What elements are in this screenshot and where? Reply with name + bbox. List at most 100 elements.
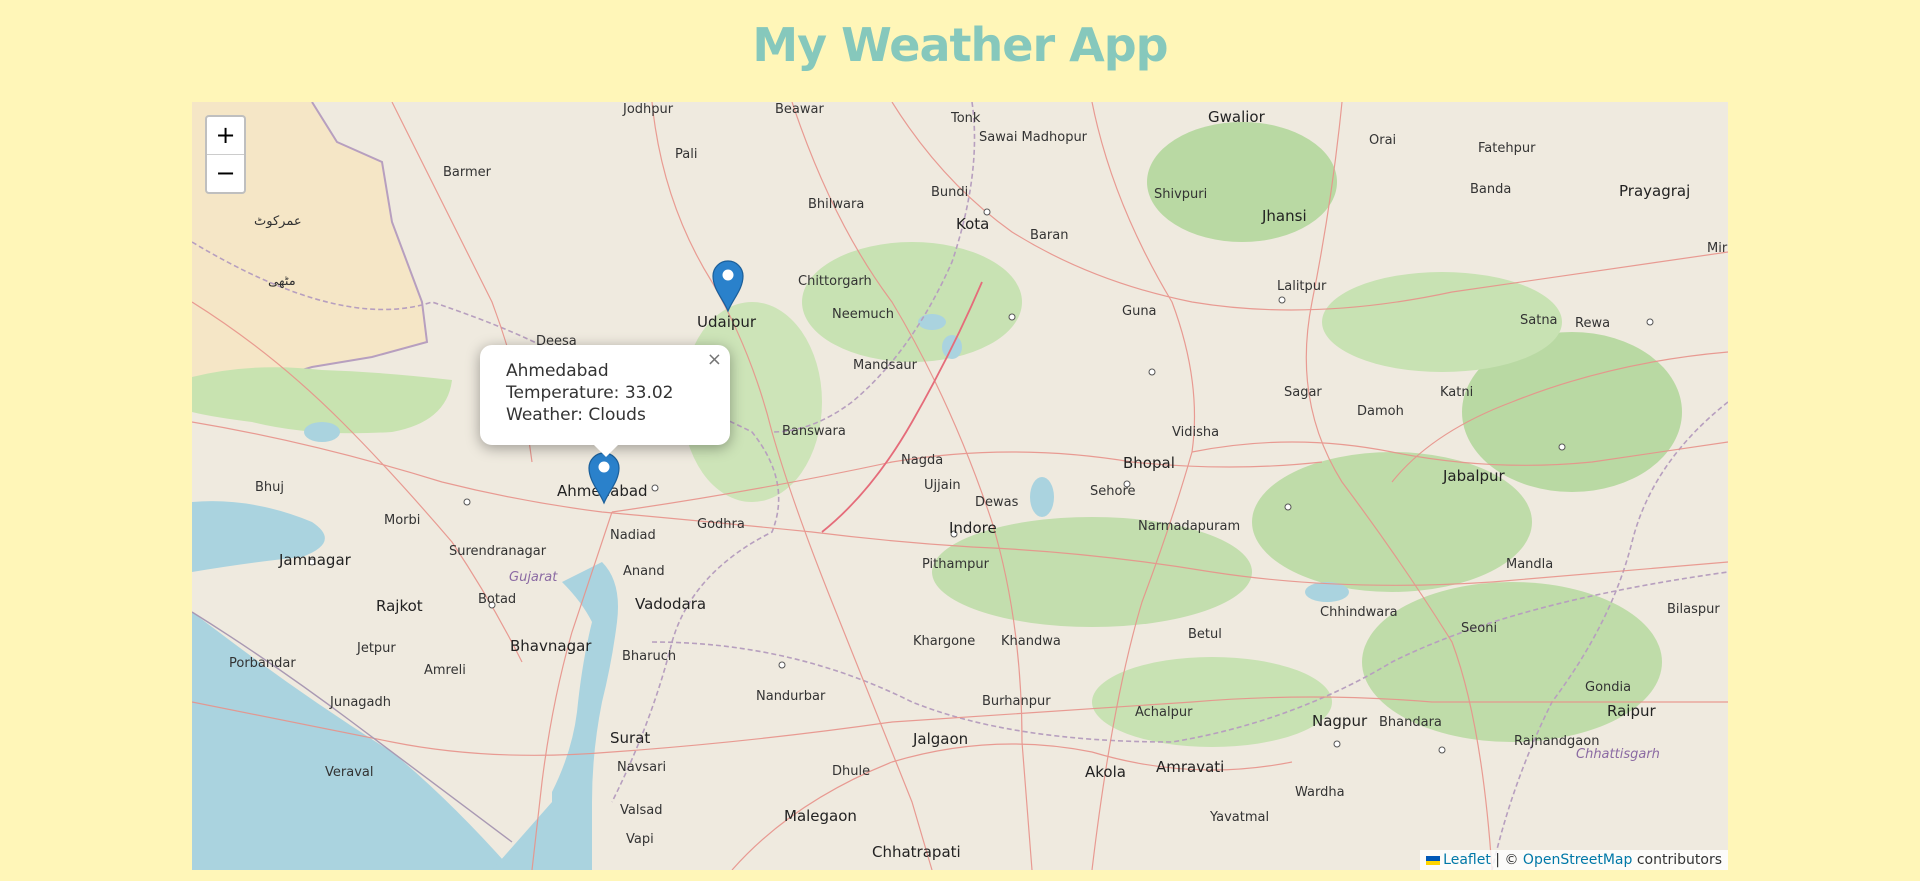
- popup-city: Ahmedabad: [506, 361, 609, 381]
- map-label-betul: Betul: [1188, 627, 1222, 642]
- map-label-banda: Banda: [1470, 182, 1511, 197]
- map-label-barmer: Barmer: [443, 165, 492, 180]
- map-label-surat: Surat: [610, 729, 650, 747]
- map-attribution: Leaflet | © OpenStreetMap contributors: [1420, 850, 1728, 870]
- map-label-achalpur: Achalpur: [1135, 705, 1193, 720]
- map-label-valsad: Valsad: [620, 803, 662, 818]
- map-marker-udaipur[interactable]: [711, 259, 745, 313]
- map-label-gujarat: Gujarat: [509, 570, 558, 585]
- map-label-jamnagar: Jamnagar: [278, 551, 352, 569]
- map-label-junagadh: Junagadh: [329, 695, 391, 710]
- map-label-udaipur: Udaipur: [697, 313, 757, 331]
- map-label-vidisha: Vidisha: [1172, 425, 1219, 440]
- attribution-contributors: contributors: [1636, 852, 1722, 868]
- zoom-in-button[interactable]: +: [207, 117, 244, 154]
- map-label-jalgaon: Jalgaon: [912, 730, 968, 748]
- map-label-kota: Kota: [956, 215, 989, 233]
- map-label-morbi: Morbi: [384, 513, 420, 528]
- map-label-chittorgarh: Chittorgarh: [798, 274, 872, 289]
- map-label-nagpur: Nagpur: [1312, 712, 1368, 730]
- map-marker-ahmedabad[interactable]: [587, 451, 621, 505]
- map-label-gondia: Gondia: [1585, 680, 1631, 695]
- map-label-mir: Mir: [1707, 241, 1728, 256]
- app-title: My Weather App: [752, 18, 1168, 72]
- map-label-malegaon: Malegaon: [784, 807, 857, 825]
- map-label-vadodara: Vadodara: [635, 595, 706, 613]
- map-label-nadiad: Nadiad: [610, 528, 656, 543]
- map-label-bhuj: Bhuj: [255, 480, 284, 495]
- map-label-jhansi: Jhansi: [1261, 207, 1307, 225]
- weather-popup: × Ahmedabad Temperature: 33.02 Weather: …: [480, 345, 730, 457]
- map-label-rajkot: Rajkot: [376, 597, 423, 615]
- map-label-gwalior: Gwalior: [1208, 108, 1266, 126]
- map-label-khandwa: Khandwa: [1001, 634, 1061, 649]
- map-label-seoni: Seoni: [1461, 621, 1497, 636]
- map-label-veraval: Veraval: [325, 765, 373, 780]
- map-label-mandsaur: Mandsaur: [853, 358, 918, 373]
- map-label-prayagraj: Prayagraj: [1619, 182, 1690, 200]
- map-label-ujjain: Ujjain: [924, 478, 961, 493]
- map-label-bhilwara: Bhilwara: [808, 197, 864, 212]
- map-label-sawai-madhopur: Sawai Madhopur: [979, 130, 1088, 145]
- popup-weather: Weather: Clouds: [506, 405, 646, 425]
- map-label-indore: Indore: [949, 519, 997, 537]
- map-label-tonk: Tonk: [950, 111, 981, 126]
- map-label-bundi: Bundi: [931, 185, 968, 200]
- map-label-jabalpur: Jabalpur: [1442, 467, 1506, 485]
- map-label-bilaspur: Bilaspur: [1667, 602, 1720, 617]
- map-label-vapi: Vapi: [626, 832, 654, 847]
- map-label-orai: Orai: [1369, 133, 1396, 148]
- popup-close-button[interactable]: ×: [707, 349, 722, 370]
- map-label-pali: Pali: [675, 147, 697, 162]
- map-label-khargone: Khargone: [913, 634, 975, 649]
- map-label-guna: Guna: [1122, 304, 1157, 319]
- map-pin-icon: [712, 260, 744, 313]
- map-label-akola: Akola: [1085, 763, 1126, 781]
- map-label-godhra: Godhra: [697, 517, 745, 532]
- map-label-amravati: Amravati: [1156, 758, 1224, 776]
- map-label-fatehpur: Fatehpur: [1478, 141, 1536, 156]
- leaflet-link[interactable]: Leaflet: [1443, 852, 1491, 868]
- map-label-jetpur: Jetpur: [356, 641, 396, 656]
- map-container[interactable]: Jodhpur Beawar Tonk Sawai Madhopur Gwali…: [192, 102, 1728, 870]
- map-label-porbandar: Porbandar: [229, 656, 296, 671]
- map-label-narmadapuram: Narmadapuram: [1138, 519, 1240, 534]
- map-label-yavatmal: Yavatmal: [1209, 810, 1269, 825]
- map-label-sagar: Sagar: [1284, 385, 1322, 400]
- popup-temperature: Temperature: 33.02: [506, 383, 674, 403]
- map-label-navsari: Navsari: [617, 760, 666, 775]
- map-label-baran: Baran: [1030, 228, 1068, 243]
- map-label-damoh: Damoh: [1357, 404, 1404, 419]
- map-label-bhandara: Bhandara: [1379, 715, 1442, 730]
- map-label-raipur: Raipur: [1607, 702, 1656, 720]
- map-tiles[interactable]: Jodhpur Beawar Tonk Sawai Madhopur Gwali…: [192, 102, 1728, 870]
- map-label-katni: Katni: [1440, 385, 1473, 400]
- map-label-sehore: Sehore: [1090, 484, 1136, 499]
- map-pin-icon: [588, 452, 620, 505]
- map-label-dhule: Dhule: [832, 764, 870, 779]
- map-label-botad: Botad: [478, 592, 516, 607]
- zoom-control: + −: [205, 115, 246, 194]
- map-label-anand: Anand: [623, 564, 665, 579]
- map-label-bhavnagar: Bhavnagar: [510, 637, 592, 655]
- map-label-mandla: Mandla: [1506, 557, 1553, 572]
- map-label-surendranagar: Surendranagar: [449, 544, 547, 559]
- openstreetmap-link[interactable]: OpenStreetMap: [1523, 852, 1632, 868]
- map-label-umarkot: عمرکوٹ: [254, 214, 302, 229]
- attribution-separator: | ©: [1495, 852, 1519, 868]
- map-label-burhanpur: Burhanpur: [982, 694, 1051, 709]
- map-label-nandurbar: Nandurbar: [756, 689, 826, 704]
- ukraine-flag-icon: [1426, 856, 1441, 865]
- popup-tip: [593, 444, 619, 457]
- zoom-out-button[interactable]: −: [207, 154, 244, 192]
- map-label-banswara: Banswara: [782, 424, 846, 439]
- map-label-neemuch: Neemuch: [832, 307, 894, 322]
- map-label-shivpuri: Shivpuri: [1154, 187, 1207, 202]
- map-label-bharuch: Bharuch: [622, 649, 676, 664]
- map-label-lalitpur: Lalitpur: [1277, 279, 1327, 294]
- map-label-satna: Satna: [1520, 313, 1558, 328]
- map-label-nagda: Nagda: [901, 453, 943, 468]
- map-label-wardha: Wardha: [1295, 785, 1345, 800]
- map-label-chhattisgarh: Chhattisgarh: [1576, 747, 1660, 762]
- map-label-bhopal: Bhopal: [1123, 454, 1175, 472]
